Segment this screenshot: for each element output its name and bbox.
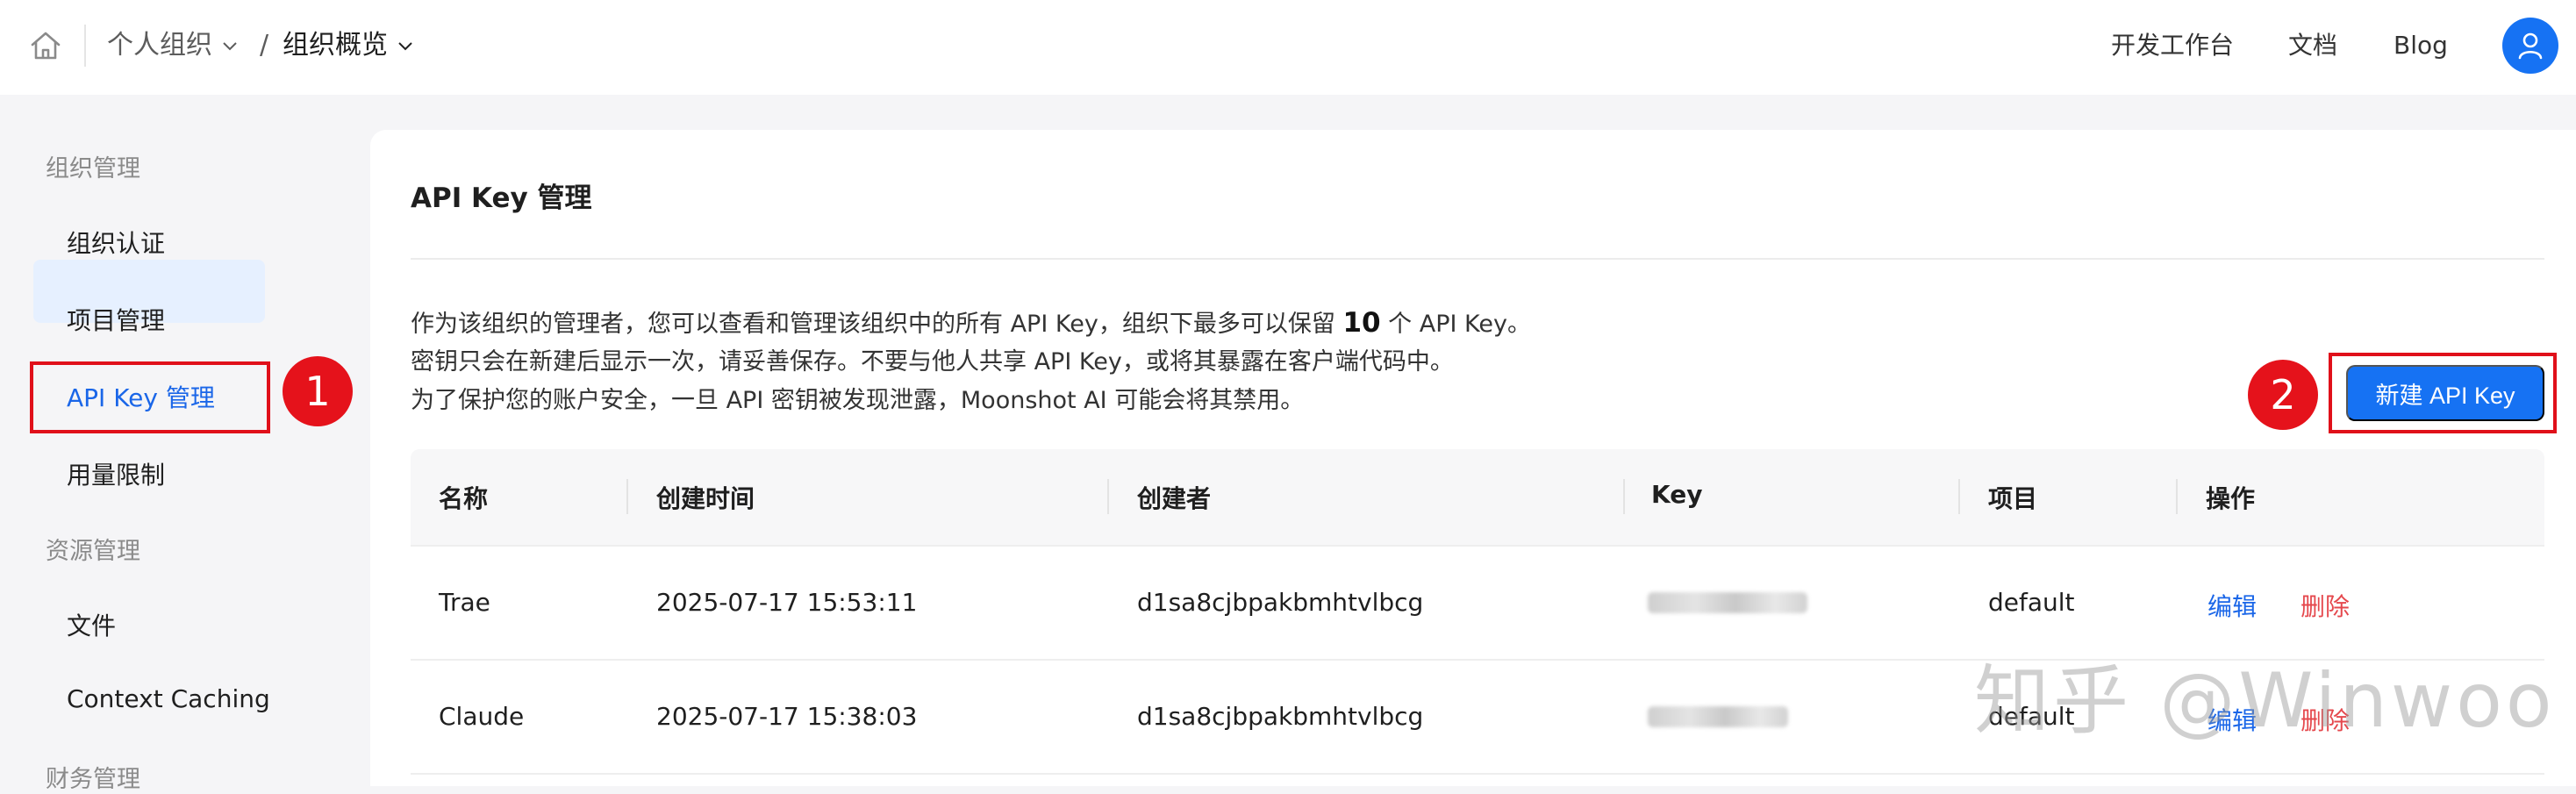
breadcrumb-org-label: 个人组织 — [107, 30, 212, 61]
breadcrumb-org[interactable]: 个人组织 — [107, 26, 239, 65]
description-line-2: 密钥只会在新建后显示一次，请妥善保存。不要与他人共享 API Key，或将其暴露… — [411, 348, 1454, 376]
breadcrumb-page-label: 组织概览 — [283, 30, 388, 61]
highlight-box-new-key — [2329, 353, 2557, 433]
row-key-masked — [1648, 592, 1807, 613]
description-line-1-prefix: 作为该组织的管理者，您可以查看和管理该组织中的所有 API Key，组织下最多可… — [411, 311, 1335, 338]
sidebar-group-resources: 资源管理 — [46, 538, 140, 565]
row-creator: d1sa8cjbpakbmhtvlbcg — [1137, 588, 1424, 617]
column-divider — [1107, 479, 1109, 514]
description-line-1: 作为该组织的管理者，您可以查看和管理该组织中的所有 API Key，组织下最多可… — [411, 305, 1531, 342]
breadcrumb-separator: / — [260, 30, 269, 61]
row-created-at: 2025-07-17 15:53:11 — [656, 588, 918, 617]
row-name: Claude — [439, 702, 525, 731]
row-project: default — [1988, 588, 2075, 617]
step-badge-2: 2 — [2248, 360, 2318, 430]
top-bar: 个人组织 / 组织概览 开发工作台 文档 Blog — [0, 0, 2576, 95]
delete-key-button[interactable]: 删除 — [2301, 588, 2350, 623]
column-header-created-at: 创建时间 — [656, 484, 755, 513]
watermark: 知乎 @Winwoo — [1974, 657, 2556, 745]
table-row-divider — [411, 773, 2544, 775]
highlight-box-api-keys — [30, 361, 270, 433]
row-key-masked — [1648, 706, 1788, 727]
step-badge-1: 1 — [283, 356, 353, 426]
avatar[interactable] — [2502, 18, 2558, 74]
column-header-actions: 操作 — [2206, 484, 2256, 513]
row-name: Trae — [439, 588, 490, 617]
table-row-divider — [411, 545, 2544, 547]
key-limit-count: 10 — [1342, 307, 1381, 339]
column-divider — [626, 479, 628, 514]
column-header-creator: 创建者 — [1137, 484, 1212, 513]
column-divider — [1623, 479, 1625, 514]
chevron-down-icon — [223, 42, 237, 51]
sidebar-item-files[interactable]: 文件 — [67, 607, 116, 642]
sidebar-item-usage-limits[interactable]: 用量限制 — [67, 456, 165, 491]
title-divider — [411, 258, 2544, 260]
sidebar-group-org: 组织管理 — [46, 155, 140, 182]
column-divider — [2176, 479, 2178, 514]
edit-key-button[interactable]: 编辑 — [2207, 588, 2257, 623]
breadcrumb-page[interactable]: 组织概览 — [283, 26, 414, 65]
topbar-divider — [84, 25, 86, 67]
sidebar-item-org-verify[interactable]: 组织认证 — [67, 225, 165, 260]
row-created-at: 2025-07-17 15:38:03 — [656, 702, 918, 731]
page-title: API Key 管理 — [411, 182, 592, 214]
home-icon[interactable] — [28, 28, 63, 63]
column-header-key: Key — [1651, 480, 1703, 509]
sidebar-item-context-caching[interactable]: Context Caching — [67, 684, 270, 713]
nav-console-link[interactable]: 开发工作台 — [2111, 26, 2234, 65]
column-header-project: 项目 — [1988, 484, 2038, 513]
user-icon — [2518, 32, 2543, 60]
sidebar-item-projects[interactable]: 项目管理 — [67, 302, 165, 337]
description-line-3: 为了保护您的账户安全，一旦 API 密钥被发现泄露，Moonshot AI 可能… — [411, 387, 1305, 414]
row-creator: d1sa8cjbpakbmhtvlbcg — [1137, 702, 1424, 731]
chevron-down-icon — [398, 42, 412, 51]
nav-blog-link[interactable]: Blog — [2394, 26, 2448, 65]
nav-docs-link[interactable]: 文档 — [2288, 26, 2337, 65]
column-divider — [1958, 479, 1960, 514]
column-header-name: 名称 — [439, 484, 489, 513]
description-line-1-suffix: 个 API Key。 — [1388, 311, 1532, 338]
sidebar-group-finance: 财务管理 — [46, 766, 140, 793]
